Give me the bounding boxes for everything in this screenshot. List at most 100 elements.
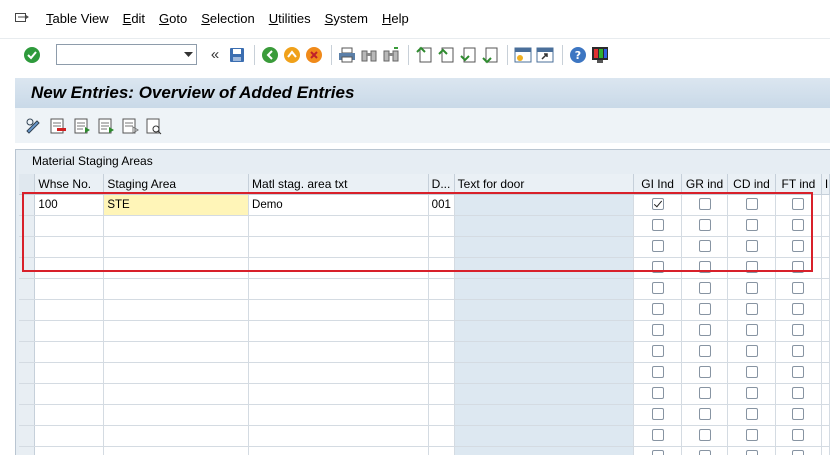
menu-icon[interactable] [15, 13, 29, 25]
staging-area-cell[interactable] [103, 215, 250, 237]
col-text-for-door[interactable]: Text for door [454, 174, 635, 195]
cd-ind-checkbox[interactable] [745, 240, 758, 253]
print-icon[interactable] [337, 45, 357, 65]
save-icon[interactable] [227, 45, 247, 65]
ft-ind-checkbox[interactable] [792, 387, 805, 400]
find-icon[interactable] [359, 45, 379, 65]
staging-area-cell[interactable] [103, 299, 250, 321]
door-cell[interactable] [428, 362, 455, 384]
staging-area-input[interactable]: STE [103, 194, 250, 216]
gr-ind-checkbox[interactable] [698, 198, 711, 211]
door-cell[interactable] [428, 236, 455, 258]
exit-icon[interactable] [282, 45, 302, 65]
next-page-icon[interactable] [458, 45, 478, 65]
menu-goto[interactable]: Goto [152, 0, 194, 38]
gr-ind-checkbox[interactable] [698, 261, 711, 274]
whse-no-cell[interactable] [34, 299, 105, 321]
whse-no-cell[interactable] [34, 362, 105, 384]
door-cell[interactable] [428, 446, 455, 455]
row-selector[interactable] [19, 194, 36, 216]
ft-ind-checkbox[interactable] [792, 450, 805, 455]
menu-edit[interactable]: Edit [116, 0, 152, 38]
matl-stag-area-txt-cell[interactable] [248, 383, 429, 405]
door-cell[interactable] [428, 215, 455, 237]
matl-stag-area-txt-cell[interactable] [248, 299, 429, 321]
matl-stag-area-txt-cell[interactable] [248, 257, 429, 279]
matl-stag-area-txt-cell[interactable] [248, 362, 429, 384]
cd-ind-checkbox[interactable] [745, 408, 758, 421]
door-cell[interactable] [428, 404, 455, 426]
back-icon[interactable] [260, 45, 280, 65]
whse-no-cell[interactable] [34, 278, 105, 300]
select-all-icon[interactable] [96, 116, 116, 136]
cd-ind-checkbox[interactable] [745, 219, 758, 232]
staging-area-cell[interactable] [103, 278, 250, 300]
col-door[interactable]: D... [428, 174, 455, 195]
cd-ind-checkbox[interactable] [745, 345, 758, 358]
print-preview-icon[interactable] [144, 116, 164, 136]
find-next-icon[interactable] [381, 45, 401, 65]
gi-ind-checkbox[interactable] [651, 387, 664, 400]
gi-ind-checkbox[interactable] [651, 240, 664, 253]
first-page-icon[interactable] [414, 45, 434, 65]
enter-icon[interactable] [22, 45, 42, 65]
gr-ind-checkbox[interactable] [698, 366, 711, 379]
matl-stag-area-txt-cell[interactable] [248, 320, 429, 342]
row-selector[interactable] [19, 320, 36, 342]
gi-ind-checkbox[interactable] [651, 219, 664, 232]
gr-ind-checkbox[interactable] [698, 450, 711, 455]
gr-ind-checkbox[interactable] [698, 219, 711, 232]
gr-ind-checkbox[interactable] [698, 240, 711, 253]
whse-no-cell[interactable] [34, 446, 105, 455]
whse-no-cell[interactable] [34, 341, 105, 363]
whse-no-cell[interactable] [34, 404, 105, 426]
menu-utilities[interactable]: Utilities [262, 0, 318, 38]
deselect-all-icon[interactable] [120, 116, 140, 136]
cancel-icon[interactable] [304, 45, 324, 65]
col-staging-area[interactable]: Staging Area [103, 174, 250, 195]
gr-ind-checkbox[interactable] [698, 387, 711, 400]
door-cell[interactable] [428, 278, 455, 300]
matl-stag-area-txt-cell[interactable] [248, 236, 429, 258]
ft-ind-checkbox[interactable] [792, 366, 805, 379]
col-gi-ind[interactable]: GI Ind [633, 174, 683, 195]
menu-selection[interactable]: Selection [194, 0, 261, 38]
gi-ind-checkbox[interactable] [651, 408, 664, 421]
staging-area-cell[interactable] [103, 341, 250, 363]
cd-ind-checkbox[interactable] [745, 387, 758, 400]
ft-ind-checkbox[interactable] [792, 261, 805, 274]
ft-ind-checkbox[interactable] [792, 282, 805, 295]
menu-help[interactable]: Help [375, 0, 416, 38]
gr-ind-checkbox[interactable] [698, 345, 711, 358]
door-cell[interactable]: 001 [428, 194, 455, 216]
gr-ind-checkbox[interactable] [698, 324, 711, 337]
gi-ind-checkbox[interactable] [651, 303, 664, 316]
copy-as-icon[interactable] [72, 116, 92, 136]
staging-area-cell[interactable] [103, 425, 250, 447]
col-matl-stag-area-txt[interactable]: Matl stag. area txt [248, 174, 429, 195]
ft-ind-checkbox[interactable] [792, 345, 805, 358]
whse-no-cell[interactable] [34, 425, 105, 447]
staging-area-cell[interactable] [103, 236, 250, 258]
whse-no-cell[interactable] [34, 215, 105, 237]
door-cell[interactable] [428, 425, 455, 447]
select-all-cell[interactable] [19, 174, 36, 195]
door-cell[interactable] [428, 341, 455, 363]
create-session-icon[interactable] [513, 45, 533, 65]
staging-area-cell[interactable] [103, 383, 250, 405]
display-change-icon[interactable] [24, 116, 44, 136]
gi-ind-checkbox[interactable] [651, 366, 664, 379]
double-chevron-left-icon[interactable]: « [205, 45, 225, 65]
col-ft-ind[interactable]: FT ind [775, 174, 822, 195]
whse-no-cell[interactable] [34, 320, 105, 342]
gi-ind-checkbox[interactable] [651, 450, 664, 455]
whse-no-cell[interactable] [34, 383, 105, 405]
matl-stag-area-txt-cell[interactable] [248, 341, 429, 363]
cd-ind-checkbox[interactable] [745, 198, 758, 211]
ft-ind-checkbox[interactable] [792, 240, 805, 253]
staging-area-cell[interactable] [103, 446, 250, 455]
row-selector[interactable] [19, 215, 36, 237]
ft-ind-checkbox[interactable] [792, 429, 805, 442]
gi-ind-checkbox[interactable] [651, 324, 664, 337]
gr-ind-checkbox[interactable] [698, 429, 711, 442]
